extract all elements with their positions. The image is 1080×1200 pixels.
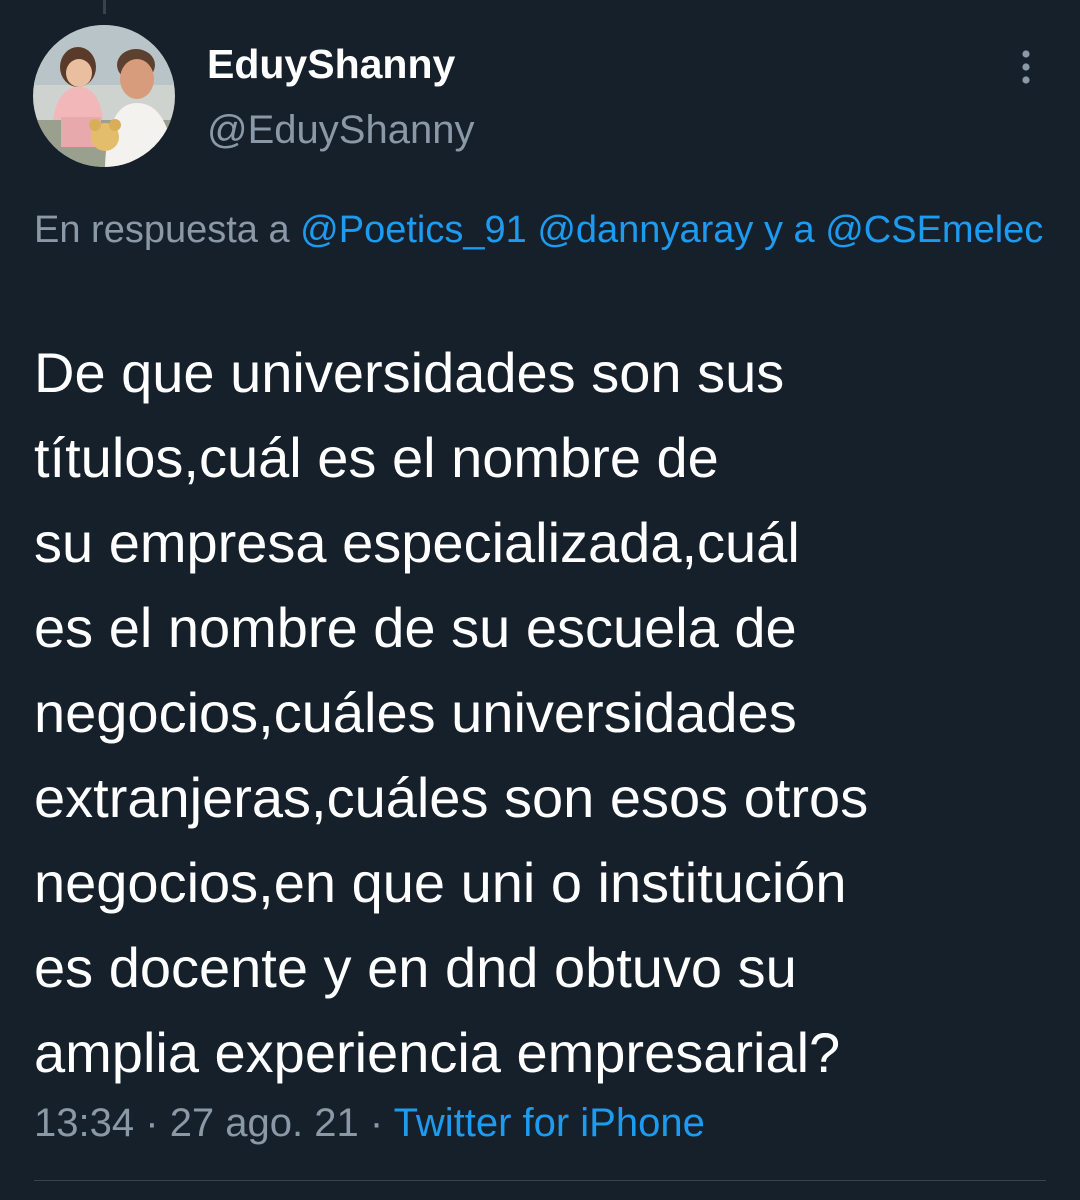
tweet-text-line: extranjeras,cuáles son esos otros bbox=[34, 766, 869, 829]
mention-link[interactable]: @dannyaray bbox=[537, 209, 753, 251]
more-options-button[interactable] bbox=[1004, 45, 1048, 89]
tweet-metadata: 13:34 · 27 ago. 21 · Twitter for iPhone bbox=[34, 1097, 705, 1149]
meta-separator: · bbox=[369, 1101, 384, 1145]
tweet-text: De que universidades son sus títulos,cuá… bbox=[34, 330, 1054, 1095]
tweet-text-line: es docente y en dnd obtuvo su bbox=[34, 936, 797, 999]
reply-prefix: En respuesta a bbox=[34, 209, 290, 251]
tweet-text-line: títulos,cuál es el nombre de bbox=[34, 426, 719, 489]
avatar[interactable] bbox=[33, 25, 175, 167]
tweet-text-line: negocios,en que uni o institución bbox=[34, 851, 847, 914]
tweet-source-link[interactable]: Twitter for iPhone bbox=[394, 1101, 705, 1145]
more-vertical-icon bbox=[1022, 50, 1030, 84]
tweet-text-line: es el nombre de su escuela de bbox=[34, 596, 797, 659]
tweet-text-line: amplia experiencia empresarial? bbox=[34, 1021, 841, 1084]
tweet-text-line: su empresa especializada,cuál bbox=[34, 511, 800, 574]
tweet-text-line: negocios,cuáles universidades bbox=[34, 681, 797, 744]
mention-link[interactable]: @CSEmelec bbox=[825, 209, 1043, 251]
meta-separator: · bbox=[145, 1101, 159, 1145]
user-handle[interactable]: @EduyShanny bbox=[207, 106, 474, 154]
thread-connector-line bbox=[103, 0, 106, 14]
reply-context: En respuesta a @Poetics_91 @dannyaray y … bbox=[34, 203, 1044, 257]
reply-conjunction: y a bbox=[763, 209, 815, 251]
tweet-time[interactable]: 13:34 bbox=[34, 1101, 134, 1145]
mention-link[interactable]: @Poetics_91 bbox=[300, 209, 527, 251]
avatar-photo bbox=[33, 25, 175, 167]
tweet-date[interactable]: 27 ago. 21 bbox=[170, 1101, 359, 1145]
tweet-text-line: De que universidades son sus bbox=[34, 341, 785, 404]
divider bbox=[34, 1180, 1046, 1181]
display-name[interactable]: EduyShanny bbox=[207, 40, 455, 88]
